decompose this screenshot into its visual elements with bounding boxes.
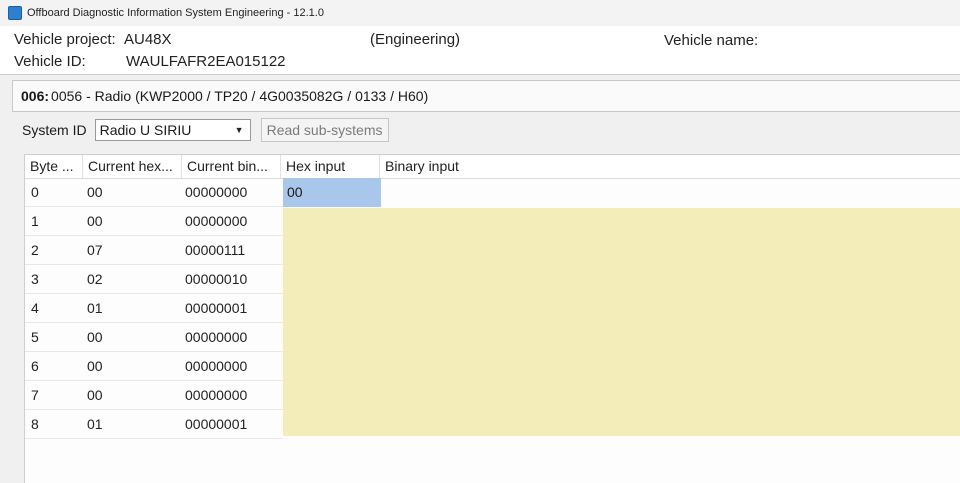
byte-cell: 4	[31, 300, 39, 316]
ecu-header: 006: 0056 - Radio (KWP2000 / TP20 / 4G00…	[12, 80, 960, 112]
window-title: Offboard Diagnostic Information System E…	[27, 7, 324, 19]
hex-cell: 01	[87, 416, 103, 432]
ecu-description: 0056 - Radio (KWP2000 / TP20 / 4G0035082…	[51, 88, 429, 104]
byte-cell: 8	[31, 416, 39, 432]
hex-input-cell-selected[interactable]: 00	[283, 178, 381, 207]
input-area[interactable]	[283, 208, 960, 436]
bin-cell: 00000111	[185, 242, 246, 258]
system-id-select[interactable]: Radio U SIRIU ▼	[94, 119, 251, 141]
byte-cell: 2	[31, 242, 39, 258]
byte-cell: 3	[31, 271, 39, 287]
table-row[interactable]: 5 00 00000000	[25, 323, 283, 352]
hex-cell: 01	[87, 300, 103, 316]
read-sub-systems-button[interactable]: Read sub-systems	[260, 118, 389, 142]
system-id-row: System ID Radio U SIRIU ▼ Read sub-syste…	[22, 116, 389, 144]
hex-cell: 07	[87, 242, 103, 258]
hex-cell: 00	[87, 213, 103, 229]
column-header-byte[interactable]: Byte ...	[25, 155, 83, 178]
hex-cell: 00	[87, 329, 103, 345]
vehicle-project-label: Vehicle project:	[14, 31, 116, 48]
column-header-binary-input[interactable]: Binary input	[380, 155, 960, 178]
bin-cell: 00000001	[185, 416, 248, 432]
table-row[interactable]: 8 01 00000001	[25, 410, 283, 439]
byte-cell: 0	[31, 184, 39, 200]
vehicle-project-value: AU48X	[124, 31, 172, 48]
chevron-down-icon: ▼	[234, 125, 244, 135]
column-header-current-bin[interactable]: Current bin...	[182, 155, 281, 178]
system-id-selected: Radio U SIRIU	[99, 122, 192, 138]
byte-cell: 1	[31, 213, 39, 229]
hex-cell: 00	[87, 387, 103, 403]
column-header-current-hex[interactable]: Current hex...	[83, 155, 182, 178]
title-bar: Offboard Diagnostic Information System E…	[0, 0, 960, 27]
column-header-hex-input[interactable]: Hex input	[281, 155, 380, 178]
bin-cell: 00000000	[185, 387, 248, 403]
bin-cell: 00000000	[185, 358, 248, 374]
mode-label: (Engineering)	[370, 31, 461, 48]
vehicle-info-panel: Vehicle project: AU48X (Engineering) Veh…	[0, 26, 960, 75]
table-header: Byte ... Current hex... Current bin... H…	[25, 155, 960, 179]
system-id-label: System ID	[22, 122, 87, 138]
byte-cell: 5	[31, 329, 39, 345]
table-row[interactable]: 6 00 00000000	[25, 352, 283, 381]
bin-cell: 00000000	[185, 184, 248, 200]
vehicle-id-value: WAULFAFR2EA015122	[126, 53, 286, 70]
bin-cell: 00000000	[185, 329, 248, 345]
table-row[interactable]: 3 02 00000010	[25, 265, 283, 294]
bin-cell: 00000010	[185, 271, 248, 287]
vehicle-id-label: Vehicle ID:	[14, 53, 86, 70]
app-icon	[8, 6, 22, 20]
hex-cell: 02	[87, 271, 103, 287]
byte-cell: 7	[31, 387, 39, 403]
byte-cell: 6	[31, 358, 39, 374]
hex-cell: 00	[87, 184, 103, 200]
table-row[interactable]: 0 00 00000000	[25, 178, 283, 207]
vehicle-name-label: Vehicle name:	[664, 32, 759, 49]
table-row[interactable]: 1 00 00000000	[25, 207, 283, 236]
ecu-number: 006:	[21, 88, 50, 104]
table-row[interactable]: 2 07 00000111	[25, 236, 283, 265]
table-row[interactable]: 7 00 00000000	[25, 381, 283, 410]
hex-cell: 00	[87, 358, 103, 374]
table-row[interactable]: 4 01 00000001	[25, 294, 283, 323]
bin-cell: 00000001	[185, 300, 248, 316]
bin-cell: 00000000	[185, 213, 248, 229]
byte-table: Byte ... Current hex... Current bin... H…	[24, 154, 960, 483]
